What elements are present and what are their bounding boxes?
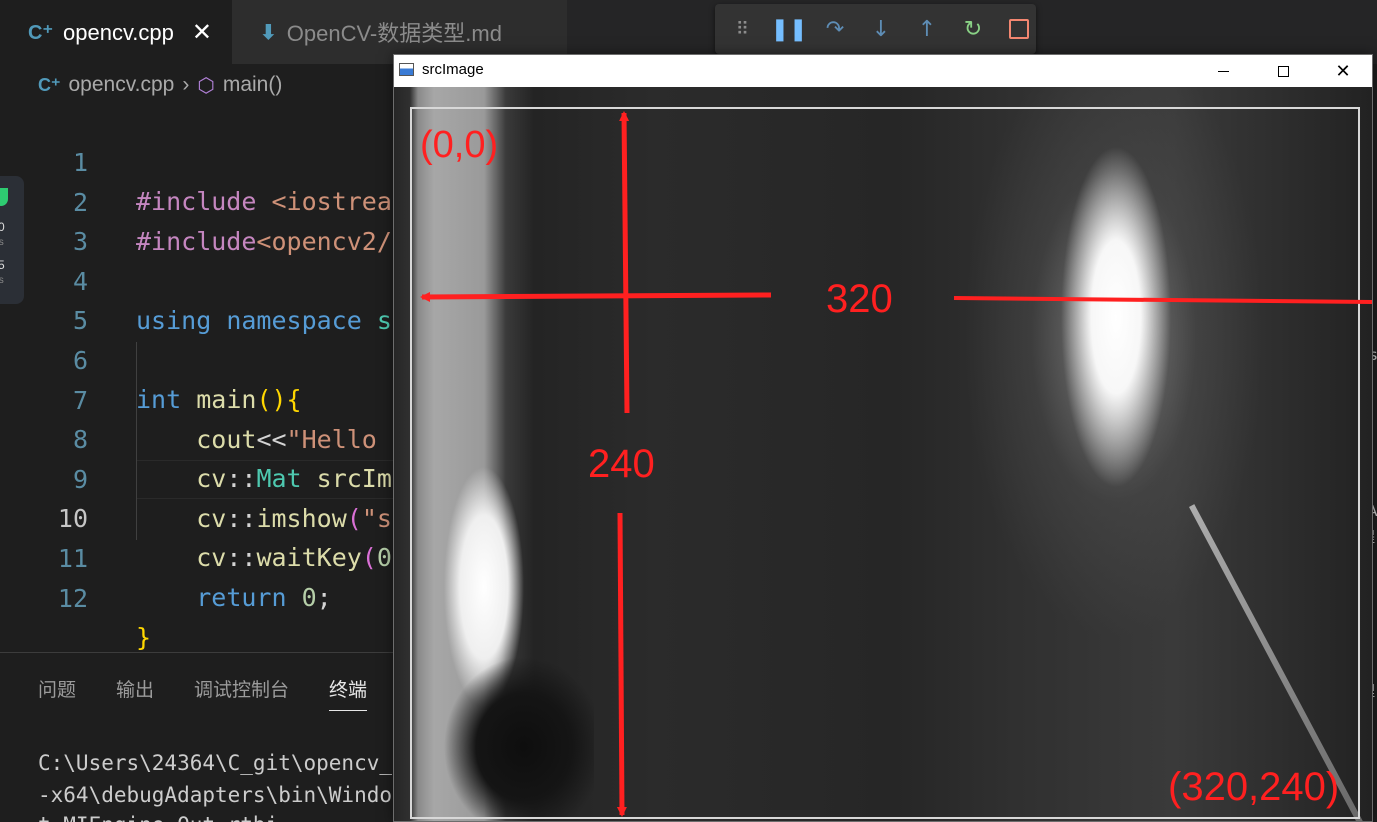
step-into-icon[interactable]: ↓ [869,15,893,43]
breadcrumb: C⁺ opencv.cpp › ⬡ main() [38,70,282,100]
code-line[interactable]: 9 cv::imshow("s [0,421,395,533]
origin-label: (0,0) [420,124,498,166]
width-label: 320 [826,277,893,321]
markdown-file-icon: ⬇ [260,21,277,44]
tab-label: opencv.cpp [63,19,174,45]
cpp-file-icon: C⁺ [28,22,53,44]
arrow-height-down [616,512,627,817]
opencv-image-window[interactable]: srcImage ✕ (0,0) 320 240 (320,240) [393,54,1373,822]
height-label: 240 [588,442,655,486]
arrow-width-right [953,296,1372,304]
function-cube-icon: ⬡ [197,74,215,97]
terminal-line[interactable]: t-MIEngine-Out-rtbi [38,813,278,822]
maximize-icon [1277,65,1289,77]
code-line[interactable]: 4 using namespace s [0,223,395,335]
code-line[interactable]: 7 cout<<"Hello [0,342,395,454]
code-line[interactable]: 5 [0,262,395,335]
code-line[interactable]: 2 #include<opencv2/ [0,144,395,256]
code-line[interactable]: 3 [0,183,395,256]
code-line-current[interactable]: 10 cv::waitKey(0 [0,460,395,572]
arrow-height-up [619,111,630,414]
panel-tabs: 问题 输出 调试控制台 终端 [38,675,368,711]
step-over-icon[interactable]: ↷ [823,15,847,43]
window-titlebar[interactable]: srcImage ✕ [394,55,1372,87]
tab-opencv-cpp[interactable]: C⁺ opencv.cpp ✕ [0,0,232,64]
code-line[interactable]: 6 int main(){ [0,302,395,414]
annotation-overlay: (0,0) 320 240 (320,240) [420,111,1372,817]
close-icon: ✕ [1335,60,1351,82]
breadcrumb-symbol[interactable]: main() [223,73,283,97]
tab-label: OpenCV-数据类型.md [286,21,502,46]
code-line[interactable]: 1 #include <iostrea [0,104,395,216]
tab-debug-console[interactable]: 调试控制台 [194,675,289,711]
minimize-button[interactable] [1194,55,1252,87]
line-number: 12 [57,584,88,613]
terminal-line[interactable]: C:\Users\24364\C_git\opencv_ [38,751,392,775]
code-line[interactable]: 11 return 0; [0,500,395,612]
debug-toolbar: ⠿ ❚❚ ↷ ↓ ↑ ↻ [715,4,1036,54]
breadcrumb-file[interactable]: opencv.cpp [69,73,175,97]
restart-icon[interactable]: ↻ [961,15,985,43]
close-button[interactable]: ✕ [1314,55,1372,87]
tab-terminal[interactable]: 终端 [329,675,368,711]
minimize-icon [1217,70,1229,72]
window-app-icon [399,63,414,76]
pause-icon[interactable]: ❚❚ [771,15,808,43]
maximize-button[interactable] [1254,55,1312,87]
image-canvas[interactable]: (0,0) 320 240 (320,240) [394,87,1372,821]
arrow-width-left [420,291,772,302]
window-title: srcImage [422,61,484,78]
tab-output[interactable]: 输出 [116,675,154,711]
terminal-line[interactable]: -x64\debugAdapters\bin\Windo [38,783,392,807]
bottom-panel: 问题 输出 调试控制台 终端 C:\Users\24364\C_git\open… [0,652,395,822]
tab-problems[interactable]: 问题 [38,675,76,711]
step-out-icon[interactable]: ↑ [915,15,939,43]
stop-icon[interactable] [1007,15,1031,43]
code-line[interactable]: 12 } [0,540,395,652]
chevron-right-icon: › [182,73,190,96]
code-text: return 0; [196,583,332,612]
cpp-file-icon: C⁺ [38,74,61,95]
corner-label: (320,240) [1168,765,1339,809]
code-line[interactable]: 8 cv::Mat srcIm [0,381,395,493]
close-icon[interactable]: ✕ [192,18,212,47]
drag-grip-icon[interactable]: ⠿ [731,15,755,43]
